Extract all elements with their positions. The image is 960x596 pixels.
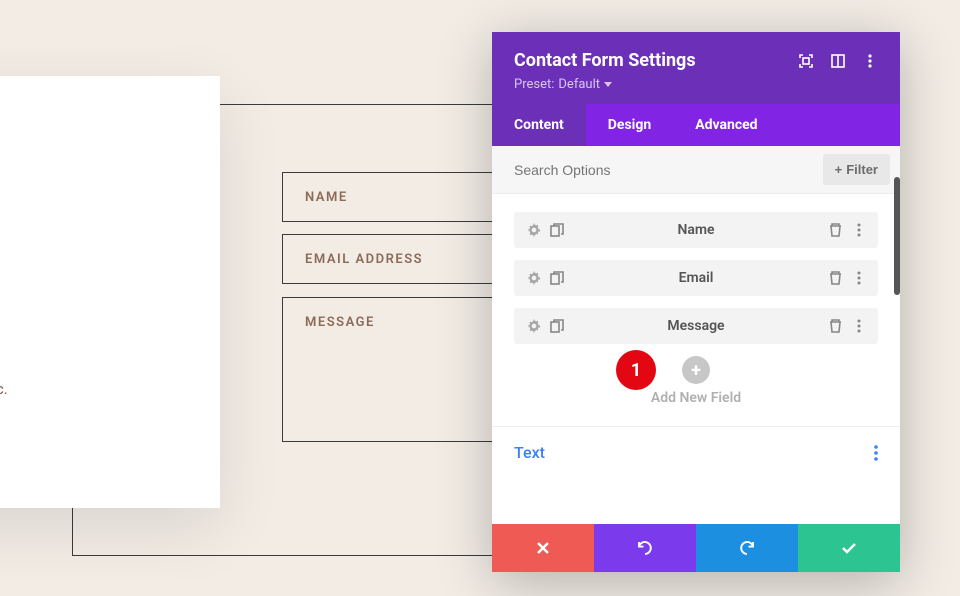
options-toolbar: + Filter (492, 146, 900, 194)
form-label-name: NAME (305, 190, 348, 205)
trash-icon[interactable] (828, 223, 843, 238)
add-field-button[interactable]: + (682, 356, 710, 384)
field-row-label: Message (564, 318, 828, 334)
settings-panel: Contact Form Settings Preset: Default (492, 32, 900, 572)
promo-card: essage e! haretra habitasse nec. ultrici… (0, 76, 220, 508)
save-button[interactable] (798, 524, 900, 572)
more-icon[interactable] (851, 223, 866, 238)
page-title: essage e! (0, 190, 186, 298)
panel-header: Contact Form Settings Preset: Default (492, 32, 900, 104)
filter-label: Filter (846, 162, 878, 177)
redo-icon (738, 539, 756, 557)
section-title: Text (514, 443, 545, 462)
form-label-email: EMAIL ADDRESS (305, 252, 423, 267)
gear-icon[interactable] (526, 319, 541, 334)
preset-value: Default (558, 77, 600, 92)
field-row-label: Email (564, 270, 828, 286)
trash-icon[interactable] (828, 271, 843, 286)
form-label-message: MESSAGE (305, 315, 375, 330)
more-icon[interactable] (874, 445, 878, 461)
field-row-label: Name (564, 222, 828, 238)
preset-selector[interactable]: Preset: Default (514, 77, 878, 92)
layout-icon[interactable] (830, 53, 846, 69)
gear-icon[interactable] (526, 271, 541, 286)
field-row[interactable]: Email (514, 260, 878, 296)
body-line-1: haretra habitasse nec. (0, 380, 8, 398)
text-section-header[interactable]: Text (514, 427, 878, 468)
promo-body: haretra habitasse nec. ultricies nunc le… (0, 376, 186, 432)
more-icon[interactable] (862, 53, 878, 69)
close-icon (536, 541, 550, 555)
tab-advanced[interactable]: Advanced (673, 104, 779, 146)
add-field-label: Add New Field (514, 390, 878, 406)
plus-icon: + (691, 360, 701, 381)
undo-icon (636, 539, 654, 557)
duplicate-icon[interactable] (549, 271, 564, 286)
check-icon (841, 542, 857, 554)
preset-prefix: Preset: (514, 77, 554, 92)
panel-title: Contact Form Settings (514, 50, 696, 71)
field-row[interactable]: Name (514, 212, 878, 248)
trash-icon[interactable] (828, 319, 843, 334)
panel-body: Name Email Message (492, 194, 900, 524)
panel-footer (492, 524, 900, 572)
chevron-down-icon (604, 82, 612, 87)
duplicate-icon[interactable] (549, 319, 564, 334)
tab-design[interactable]: Design (586, 104, 673, 146)
duplicate-icon[interactable] (549, 223, 564, 238)
expand-icon[interactable] (798, 53, 814, 69)
search-input[interactable] (492, 148, 823, 192)
more-icon[interactable] (851, 319, 866, 334)
step-badge: 1 (616, 350, 656, 390)
redo-button[interactable] (696, 524, 798, 572)
add-field-area: 1 + Add New Field (514, 356, 878, 406)
filter-button[interactable]: + Filter (823, 154, 890, 185)
gear-icon[interactable] (526, 223, 541, 238)
tabs: Content Design Advanced (492, 104, 900, 146)
undo-button[interactable] (594, 524, 696, 572)
scrollbar-thumb[interactable] (894, 177, 900, 295)
tab-content[interactable]: Content (492, 104, 586, 146)
more-icon[interactable] (851, 271, 866, 286)
cancel-button[interactable] (492, 524, 594, 572)
field-row[interactable]: Message (514, 308, 878, 344)
plus-icon: + (835, 162, 843, 177)
